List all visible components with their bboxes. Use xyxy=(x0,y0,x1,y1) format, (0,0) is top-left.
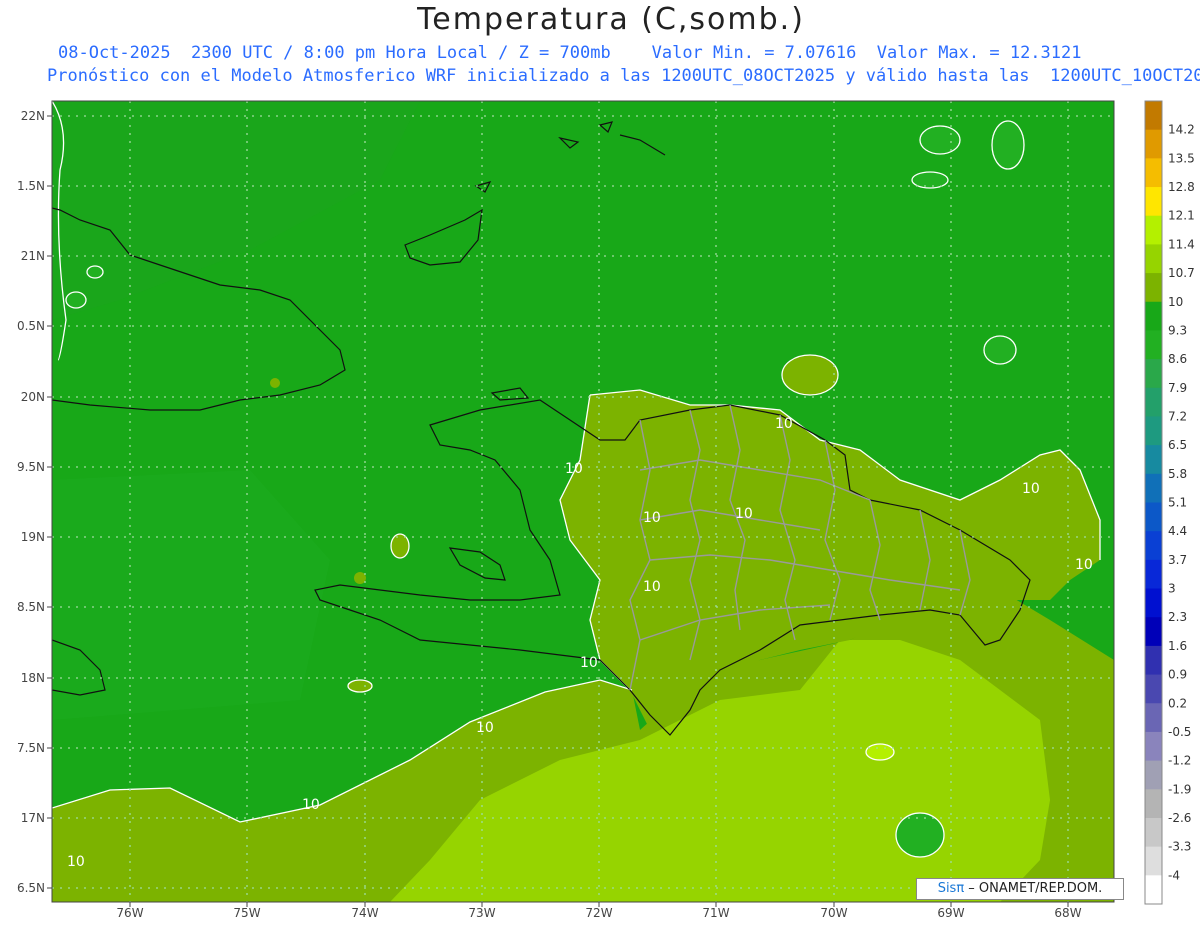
colorbar-swatch xyxy=(1145,617,1162,647)
lat-label: 19N xyxy=(21,530,45,544)
colorbar-swatch xyxy=(1145,731,1162,762)
colorbar-label: -0.5 xyxy=(1168,725,1191,739)
colorbar-swatch xyxy=(1145,101,1162,131)
lat-label: 0.5N xyxy=(17,319,45,333)
lon-label: 69W xyxy=(937,906,964,920)
colorbar-swatch xyxy=(1145,789,1162,819)
lat-label: 7.5N xyxy=(17,741,45,755)
lon-axis: 76W 75W 74W 73W 72W 71W 70W 69W 68W xyxy=(116,906,1081,920)
colorbar-label: 1.6 xyxy=(1168,639,1187,653)
contour-label: 10 xyxy=(643,510,661,526)
lon-label: 73W xyxy=(468,906,495,920)
colorbar-label: 3 xyxy=(1168,582,1176,596)
colorbar-label: 7.2 xyxy=(1168,409,1187,423)
lon-label: 76W xyxy=(116,906,143,920)
lon-label: 68W xyxy=(1054,906,1081,920)
colorbar-swatch xyxy=(1145,645,1162,676)
lat-label: 8.5N xyxy=(17,600,45,614)
colorbar-swatch xyxy=(1145,502,1162,532)
colorbar-swatch xyxy=(1145,215,1162,245)
lat-label: 22N xyxy=(21,109,45,123)
lat-label: 9.5N xyxy=(17,460,45,474)
colorbar-label: 12.8 xyxy=(1168,180,1195,194)
contour-label: 10 xyxy=(735,506,753,522)
sis-logo: Sisπ xyxy=(937,881,965,896)
colorbar-label: 3.7 xyxy=(1168,553,1187,567)
colorbar: 14.2 13.5 12.8 12.1 11.4 10.7 10 9.3 8.6 7.9 7.2 6.… xyxy=(1144,100,1195,905)
colorbar-label: -1.9 xyxy=(1168,782,1191,796)
colorbar-swatch xyxy=(1145,387,1162,417)
lon-label: 71W xyxy=(702,906,729,920)
colorbar-swatch xyxy=(1145,559,1162,590)
colorbar-label: -1.2 xyxy=(1168,754,1191,768)
colorbar-label: -4 xyxy=(1168,868,1180,882)
colorbar-label: 2.3 xyxy=(1168,610,1187,624)
colorbar-label: 6.5 xyxy=(1168,438,1187,452)
colorbar-swatch xyxy=(1145,760,1162,790)
colorbar-label: 5.1 xyxy=(1168,496,1187,510)
lat-label: 17N xyxy=(21,811,45,825)
colorbar-label: 4.4 xyxy=(1168,524,1187,538)
lat-axis: 22N 1.5N 21N 0.5N 20N 9.5N 19N 8.5N 18N … xyxy=(17,109,45,895)
contour-label: 10 xyxy=(565,461,583,477)
contour-label: 10 xyxy=(1075,557,1093,573)
colorbar-label: 12.1 xyxy=(1168,209,1195,223)
colorbar-label: 14.2 xyxy=(1168,123,1195,137)
lat-label: 18N xyxy=(21,671,45,685)
colorbar-label: 7.9 xyxy=(1168,381,1187,395)
colorbar-label: -3.3 xyxy=(1168,840,1191,854)
contour-label: 10 xyxy=(476,720,494,736)
credit-box: Sisπ – ONAMET/REP.DOM. xyxy=(916,878,1124,900)
colorbar-label: 11.4 xyxy=(1168,237,1195,251)
credit-text: – ONAMET/REP.DOM. xyxy=(964,881,1103,896)
colorbar-label: 0.9 xyxy=(1168,668,1187,682)
lat-label: 20N xyxy=(21,390,45,404)
colorbar-swatch xyxy=(1145,273,1162,303)
colorbar-swatch xyxy=(1145,674,1162,704)
colorbar-swatch xyxy=(1145,473,1162,503)
lon-ticks xyxy=(129,902,1069,907)
colorbar-swatch xyxy=(1145,588,1162,618)
colorbar-label: 10 xyxy=(1168,295,1183,309)
colorbar-swatch xyxy=(1145,301,1162,331)
lat-label: 6.5N xyxy=(17,881,45,895)
colorbar-label: 9.3 xyxy=(1168,323,1187,337)
colorbar-label: 10.7 xyxy=(1168,266,1195,280)
colorbar-swatch xyxy=(1145,445,1162,475)
contour-label: 10 xyxy=(1022,481,1040,497)
colorbar-swatch xyxy=(1145,359,1162,389)
blob-2 xyxy=(354,572,366,584)
lon-label: 75W xyxy=(233,906,260,920)
map-field: 10 10 10 10 10 10 10 10 10 10 10 xyxy=(52,101,1114,902)
lat-label: 21N xyxy=(21,249,45,263)
colorbar-label: 5.8 xyxy=(1168,467,1187,481)
contour-label: 10 xyxy=(643,579,661,595)
colorbar-swatch xyxy=(1145,846,1162,876)
contour-label: 10 xyxy=(302,797,320,813)
colorbar-swatch xyxy=(1145,330,1162,360)
colorbar-swatch xyxy=(1145,187,1162,217)
contour-label: 10 xyxy=(580,655,598,671)
colorbar-swatch xyxy=(1145,416,1162,446)
colorbar-label: 8.6 xyxy=(1168,352,1187,366)
lon-label: 70W xyxy=(820,906,847,920)
contour-label: 10 xyxy=(67,854,85,870)
lon-label: 72W xyxy=(585,906,612,920)
colorbar-swatch xyxy=(1145,875,1162,905)
blob-4 xyxy=(270,378,280,388)
lon-label: 74W xyxy=(351,906,378,920)
colorbar-swatch xyxy=(1145,531,1162,561)
contour-label: 10 xyxy=(775,416,793,432)
lat-label: 1.5N xyxy=(17,179,45,193)
colorbar-swatch xyxy=(1145,244,1162,274)
colorbar-swatch xyxy=(1145,129,1162,159)
colorbar-label: -2.6 xyxy=(1168,811,1191,825)
colorbar-label: 13.5 xyxy=(1168,151,1195,165)
colorbar-swatch xyxy=(1145,817,1162,848)
colorbar-swatch xyxy=(1145,703,1162,733)
temperature-map: 10 10 10 10 10 10 10 10 10 10 10 22N 1.5… xyxy=(17,100,1195,920)
colorbar-swatch xyxy=(1145,158,1162,188)
colorbar-label: 0.2 xyxy=(1168,696,1187,710)
lat-ticks xyxy=(47,115,52,889)
